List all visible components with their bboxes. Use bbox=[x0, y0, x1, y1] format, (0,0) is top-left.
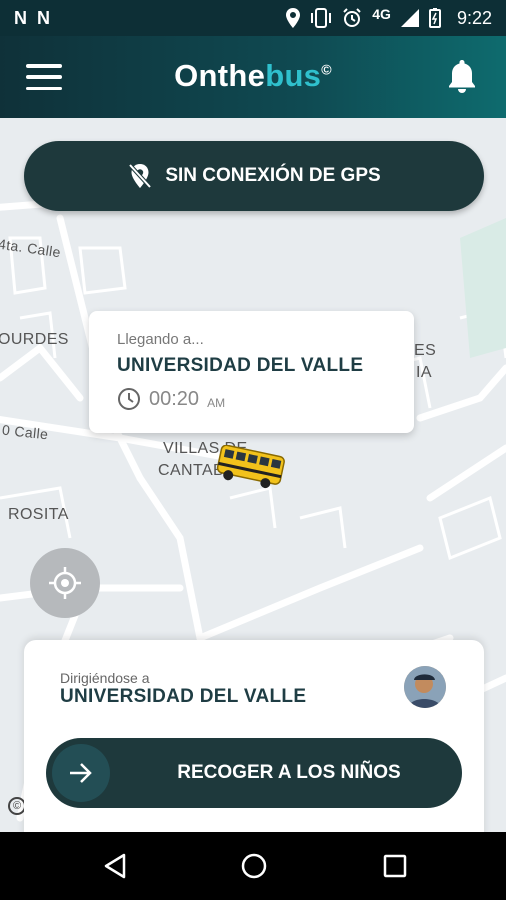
alarm-icon bbox=[343, 8, 361, 27]
arrival-ampm: AM bbox=[207, 396, 226, 410]
pickup-children-label: RECOGER A LOS NIÑOS bbox=[177, 762, 401, 783]
bus-marker-icon bbox=[212, 444, 292, 493]
status-bar: N N 4G 9:22 bbox=[0, 0, 506, 36]
map-label: ROSITA bbox=[8, 506, 69, 523]
pickup-children-button[interactable]: RECOGER A LOS NIÑOS bbox=[46, 738, 462, 808]
battery-icon bbox=[428, 8, 441, 28]
gps-status-label: SIN CONEXIÓN DE GPS bbox=[165, 165, 381, 186]
arrow-right-icon bbox=[52, 744, 110, 802]
notification-icons: N N bbox=[14, 8, 50, 29]
arrival-card: Llegando a... UNIVERSIDAD DEL VALLE 00:2… bbox=[89, 311, 414, 433]
map-label: ES bbox=[414, 342, 437, 359]
heading-label: Dirigiéndose a bbox=[60, 670, 150, 686]
status-icons: 4G 9:22 bbox=[286, 6, 492, 29]
locate-me-button[interactable] bbox=[30, 548, 100, 618]
network-type: 4G bbox=[372, 6, 391, 22]
arrival-time-row: 00:20 AM bbox=[117, 387, 386, 411]
clock: 9:22 bbox=[456, 7, 492, 28]
app-logo: Onthebus© bbox=[174, 58, 332, 93]
notification-n-icon: N bbox=[37, 7, 50, 28]
location-off-icon bbox=[128, 163, 152, 189]
back-triangle-icon bbox=[104, 853, 126, 879]
arrival-destination: UNIVERSIDAD DEL VALLE bbox=[117, 355, 364, 376]
signal-icon bbox=[400, 9, 419, 27]
gps-status-button[interactable]: SIN CONEXIÓN DE GPS bbox=[24, 141, 484, 211]
clock-icon bbox=[118, 388, 140, 410]
map-label: OURDES bbox=[0, 331, 69, 348]
system-nav-bar bbox=[0, 832, 506, 900]
location-icon bbox=[286, 8, 301, 28]
arrival-time: 00:20 bbox=[149, 387, 200, 410]
crosshair-icon bbox=[49, 567, 81, 599]
vibrate-icon bbox=[311, 8, 332, 28]
notification-n-icon: N bbox=[14, 7, 27, 28]
recents-square-icon bbox=[383, 854, 407, 878]
driver-avatar[interactable] bbox=[404, 666, 446, 708]
app-bar: Onthebus© bbox=[0, 36, 506, 118]
home-circle-icon bbox=[241, 853, 267, 879]
trip-card: Dirigiéndose a UNIVERSIDAD DEL VALLE REC… bbox=[24, 640, 484, 840]
back-button[interactable] bbox=[102, 852, 128, 885]
heading-destination: UNIVERSIDAD DEL VALLE bbox=[60, 686, 307, 707]
bell-icon bbox=[449, 60, 475, 93]
notifications-button[interactable] bbox=[446, 58, 478, 99]
recents-button[interactable] bbox=[382, 852, 408, 885]
arrival-label: Llegando a... bbox=[117, 331, 204, 348]
map-label: IA bbox=[416, 364, 432, 381]
home-button[interactable] bbox=[240, 852, 268, 885]
